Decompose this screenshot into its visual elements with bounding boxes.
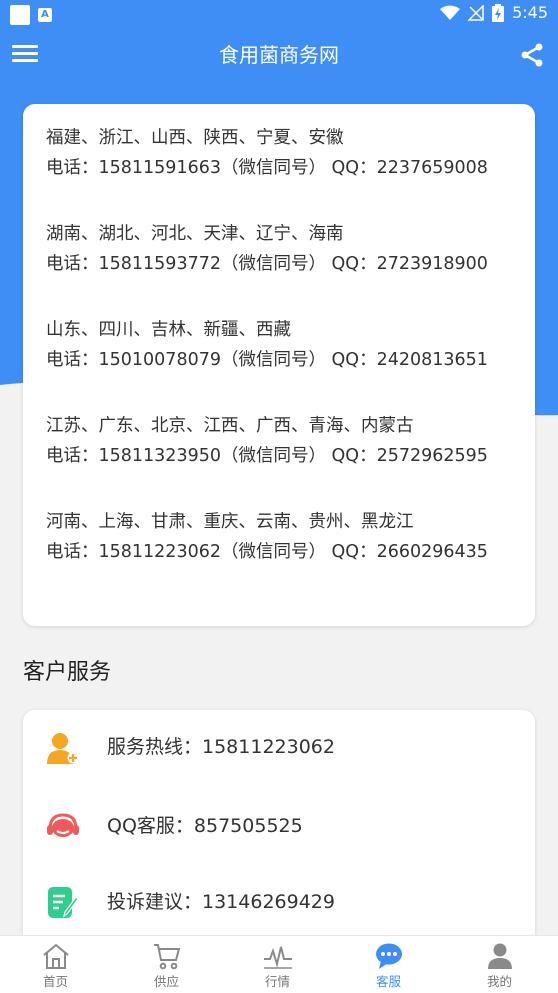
region-provinces: 河南、上海、甘肃、重庆、云南、贵州、黑龙江 <box>46 512 414 532</box>
region-block: 河南、上海、甘肃、重庆、云南、贵州、黑龙江 电话：15811223062（微信同… <box>46 507 488 567</box>
tab-market[interactable]: 行情 <box>222 936 333 993</box>
cart-icon <box>153 944 180 970</box>
service-qq-row[interactable]: QQ客服：857505525 <box>23 806 535 846</box>
region-contact[interactable]: 电话：15811593772（微信同号） QQ：2723918900 <box>46 249 488 279</box>
notification-square-icon <box>10 5 30 25</box>
region-provinces: 福建、浙江、山西、陕西、宁夏、安徽 <box>46 128 344 148</box>
headset-icon <box>47 813 79 837</box>
service-complaint-row[interactable]: 投诉建议：13146269429 <box>23 882 535 922</box>
service-complaint-label: 投诉建议：13146269429 <box>107 891 335 913</box>
tab-home[interactable]: 首页 <box>0 936 111 993</box>
service-qq-label: QQ客服：857505525 <box>107 815 303 837</box>
tab-label: 行情 <box>264 974 290 989</box>
home-icon <box>42 943 69 969</box>
status-bar: A 5:45 <box>0 0 558 30</box>
service-hotline-label: 服务热线：15811223062 <box>107 736 335 758</box>
customer-service-card: 服务热线：15811223062 QQ客服：857505525 投诉建议：131… <box>23 710 535 950</box>
tab-supply[interactable]: 供应 <box>111 936 222 993</box>
region-provinces: 湖南、湖北、河北、天津、辽宁、海南 <box>46 224 344 244</box>
status-time: 5:45 <box>512 3 548 22</box>
bottom-tab-bar: 首页 供应 行情 客服 我的 <box>0 935 558 993</box>
region-contact[interactable]: 电话：15811323950（微信同号） QQ：2572962595 <box>46 441 488 471</box>
tab-label: 我的 <box>486 974 512 989</box>
profile-icon <box>487 943 512 969</box>
page-title: 食用菌商务网 <box>219 43 339 67</box>
battery-icon <box>492 3 505 22</box>
wifi-icon <box>440 5 461 20</box>
tab-label: 客服 <box>375 974 401 989</box>
user-plus-icon <box>47 733 79 764</box>
tab-service[interactable]: 客服 <box>333 936 444 993</box>
edit-note-icon <box>48 887 79 918</box>
chat-icon <box>375 943 402 969</box>
tab-mine[interactable]: 我的 <box>444 936 555 993</box>
service-hotline-row[interactable]: 服务热线：15811223062 <box>23 727 535 767</box>
trend-icon <box>263 946 292 969</box>
tab-label: 首页 <box>42 974 68 989</box>
no-signal-icon <box>468 4 484 21</box>
tab-label: 供应 <box>153 974 179 989</box>
app-bar: 食用菌商务网 <box>0 30 558 80</box>
region-contact[interactable]: 电话：15811223062（微信同号） QQ：2660296435 <box>46 537 488 567</box>
share-icon[interactable] <box>518 41 546 69</box>
region-contact[interactable]: 电话：15010078079（微信同号） QQ：2420813651 <box>46 345 488 375</box>
customer-service-title: 客户服务 <box>23 660 112 685</box>
region-block: 湖南、湖北、河北、天津、辽宁、海南 电话：15811593772（微信同号） Q… <box>46 219 488 279</box>
region-provinces: 山东、四川、吉林、新疆、西藏 <box>46 320 291 340</box>
regions-card: 福建、浙江、山西、陕西、宁夏、安徽 电话：15811591663（微信同号） Q… <box>23 104 535 626</box>
region-provinces: 江苏、广东、北京、江西、广西、青海、内蒙古 <box>46 416 414 436</box>
region-block: 福建、浙江、山西、陕西、宁夏、安徽 电话：15811591663（微信同号） Q… <box>46 123 488 183</box>
region-block: 江苏、广东、北京、江西、广西、青海、内蒙古 电话：15811323950（微信同… <box>46 411 488 471</box>
region-contact[interactable]: 电话：15811591663（微信同号） QQ：2237659008 <box>46 153 488 183</box>
notification-a-icon: A <box>38 8 52 22</box>
region-block: 山东、四川、吉林、新疆、西藏 电话：15010078079（微信同号） QQ：2… <box>46 315 488 375</box>
